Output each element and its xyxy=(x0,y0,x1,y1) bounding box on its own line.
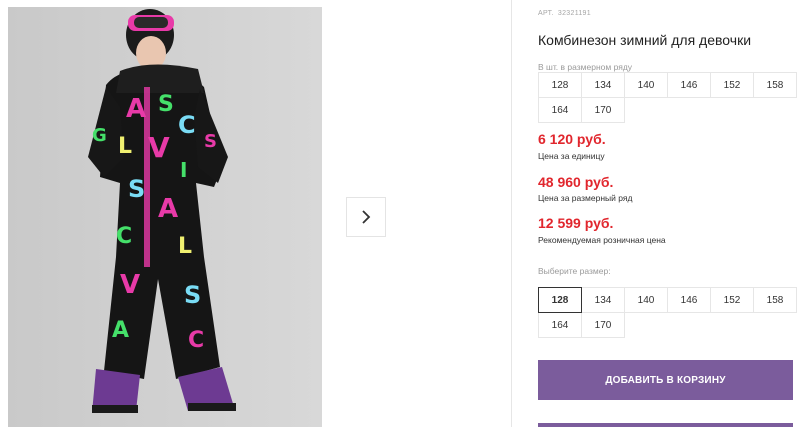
add-to-cart-button[interactable]: ДОБАВИТЬ В КОРЗИНУ xyxy=(538,360,793,400)
article-value: 32321191 xyxy=(557,10,591,17)
svg-text:S: S xyxy=(128,175,145,203)
row-size-cell: 170 xyxy=(581,97,625,123)
svg-text:A: A xyxy=(126,94,146,124)
svg-text:A: A xyxy=(112,318,129,343)
unit-price-note: Цена за единицу xyxy=(538,151,605,161)
chevron-right-icon xyxy=(362,210,371,224)
row-size-cell: 134 xyxy=(581,72,625,98)
row-sizes-label: В шт. в размерном ряду xyxy=(538,62,633,72)
size-option[interactable]: 170 xyxy=(581,312,625,338)
size-option[interactable]: 140 xyxy=(624,287,668,313)
girl-in-snowsuit-photo: A S C L V I S A C L V S A C G S xyxy=(8,7,322,427)
svg-text:S: S xyxy=(158,92,174,117)
row-size-cell: 152 xyxy=(710,72,754,98)
svg-text:V: V xyxy=(148,131,170,164)
size-option[interactable]: 158 xyxy=(753,287,797,313)
size-option[interactable]: 152 xyxy=(710,287,754,313)
product-gallery: A S C L V I S A C L V S A C G S xyxy=(0,0,512,427)
row-size-cell: 158 xyxy=(753,72,797,98)
article-number: АРТ. 32321191 xyxy=(538,10,593,17)
size-selector: 128 134 140 146 152 158 164 170 xyxy=(538,287,797,338)
svg-text:L: L xyxy=(178,234,192,259)
svg-text:S: S xyxy=(204,131,217,152)
svg-text:A: A xyxy=(158,194,178,224)
product-title: Комбинезон зимний для девочки xyxy=(538,32,752,48)
row-size-cell: 140 xyxy=(624,72,668,98)
size-option[interactable]: 164 xyxy=(538,312,582,338)
row-size-cell: 164 xyxy=(538,97,582,123)
secondary-button[interactable] xyxy=(538,423,793,427)
size-option[interactable]: 146 xyxy=(667,287,711,313)
svg-text:L: L xyxy=(118,134,132,159)
svg-text:S: S xyxy=(184,281,201,309)
svg-text:C: C xyxy=(178,111,196,139)
svg-text:I: I xyxy=(180,158,187,182)
unit-price: 6 120 руб. xyxy=(538,131,606,147)
row-size-cell: 146 xyxy=(667,72,711,98)
next-image-button[interactable] xyxy=(346,197,386,237)
retail-price: 12 599 руб. xyxy=(538,215,614,231)
article-label: АРТ. xyxy=(538,10,554,17)
svg-text:C: C xyxy=(188,328,204,353)
product-info: АРТ. 32321191 Комбинезон зимний для дево… xyxy=(538,0,800,427)
row-price: 48 960 руб. xyxy=(538,174,614,190)
select-size-label: Выберите размер: xyxy=(538,266,611,276)
svg-text:G: G xyxy=(92,125,107,146)
size-option[interactable]: 134 xyxy=(581,287,625,313)
svg-text:C: C xyxy=(116,224,132,249)
row-size-cell: 128 xyxy=(538,72,582,98)
size-option[interactable]: 128 xyxy=(538,287,582,313)
retail-price-note: Рекомендуемая розничная цена xyxy=(538,235,666,245)
product-photo[interactable]: A S C L V I S A C L V S A C G S xyxy=(8,7,322,427)
row-sizes-grid: 128 134 140 146 152 158 164 170 xyxy=(538,72,797,123)
row-price-note: Цена за размерный ряд xyxy=(538,193,633,203)
svg-text:V: V xyxy=(120,270,140,300)
